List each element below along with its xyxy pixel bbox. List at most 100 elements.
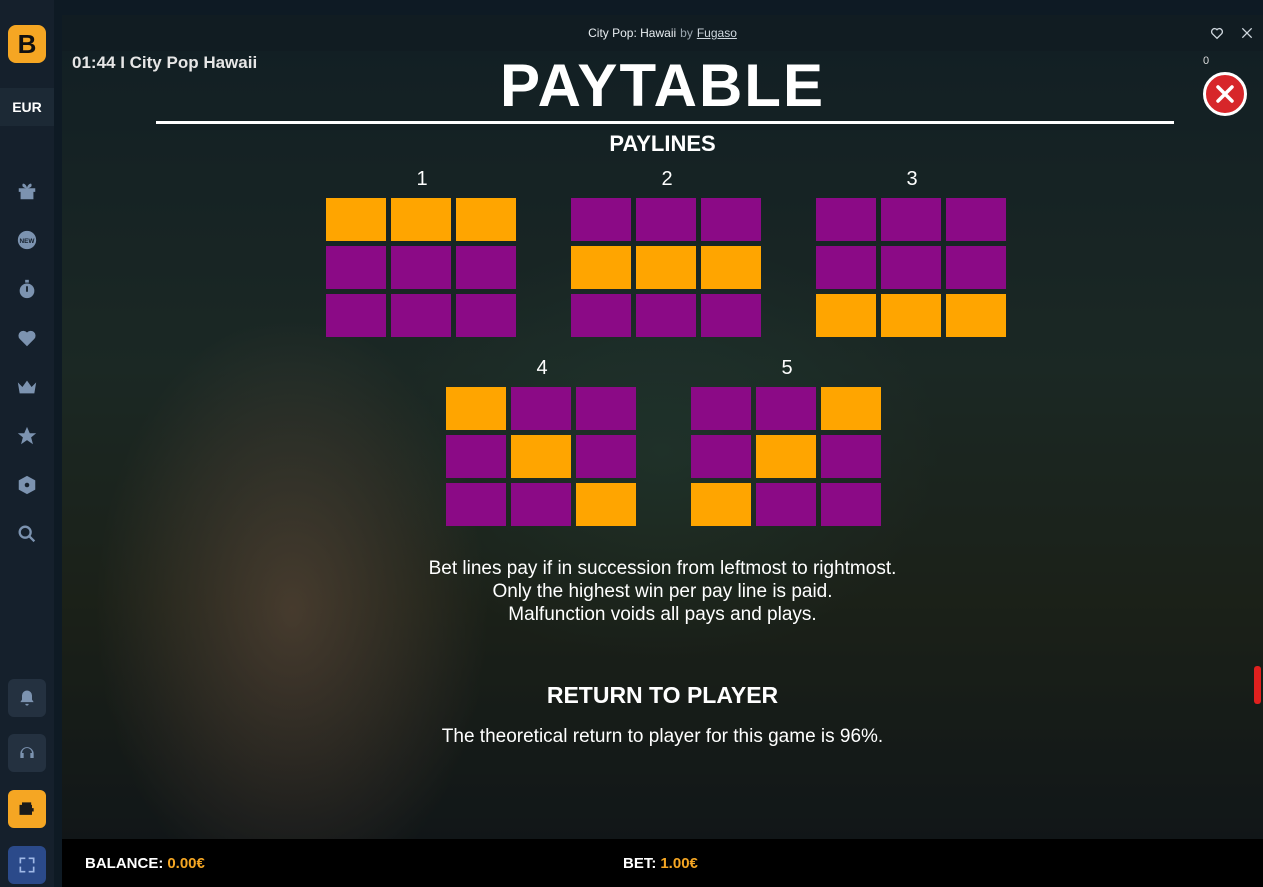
rule-line: Only the highest win per pay line is pai…	[492, 581, 833, 602]
payline-cell-inactive	[816, 198, 876, 241]
payline-cell-inactive	[576, 387, 636, 430]
payline-4: 4	[446, 357, 638, 537]
payline-cell-active	[326, 198, 386, 241]
balance-label: BALANCE:	[85, 854, 164, 872]
star-icon[interactable]	[14, 423, 40, 449]
payline-cell-active	[701, 246, 761, 289]
provider-link[interactable]: Fugaso	[697, 26, 737, 40]
payline-cell-active	[816, 294, 876, 337]
payline-cell-inactive	[636, 198, 696, 241]
payline-cell-inactive	[456, 246, 516, 289]
payline-cell-inactive	[636, 294, 696, 337]
payline-number: 3	[906, 168, 918, 190]
balance-value: 0.00€	[167, 854, 205, 872]
rtp-title: RETURN TO PLAYER	[546, 682, 779, 708]
payline-cell-inactive	[691, 435, 751, 478]
payline-cell-inactive	[391, 294, 451, 337]
payline-grid	[571, 198, 763, 337]
payline-number: 2	[661, 168, 673, 190]
payline-cell-active	[821, 387, 881, 430]
bet-label: BET:	[623, 854, 657, 872]
payline-grid	[816, 198, 1008, 337]
game-window: City Pop: Hawaii by Fugaso 01:44 I City …	[62, 15, 1263, 887]
payline-cell-active	[511, 435, 571, 478]
window-titlebar: City Pop: Hawaii by Fugaso	[62, 15, 1263, 51]
dice-icon[interactable]	[14, 472, 40, 498]
rule-line: Malfunction voids all pays and plays.	[508, 604, 817, 625]
paylines-title: PAYLINES	[609, 131, 716, 156]
bet-value: 1.00€	[660, 854, 698, 872]
wallet-icon	[19, 802, 34, 815]
payline-cell-inactive	[946, 246, 1006, 289]
scroll-indicator[interactable]	[1254, 666, 1261, 704]
payline-grid	[326, 198, 518, 337]
payline-2: 2	[571, 168, 763, 348]
payline-cell-inactive	[756, 483, 816, 526]
payline-cell-inactive	[446, 435, 506, 478]
payline-cell-inactive	[701, 294, 761, 337]
new-icon[interactable]: NEW	[14, 227, 40, 253]
title-divider	[156, 121, 1174, 124]
payline-cell-inactive	[946, 198, 1006, 241]
payline-grid	[446, 387, 638, 526]
payline-cell-active	[446, 387, 506, 430]
support-button[interactable]	[8, 734, 46, 772]
bell-icon	[20, 690, 34, 706]
rtp-text: The theoretical return to player for thi…	[441, 726, 884, 747]
payline-3: 3	[816, 168, 1008, 348]
notifications-button[interactable]	[8, 679, 46, 717]
payline-cell-inactive	[391, 246, 451, 289]
payline-cell-active	[391, 198, 451, 241]
payline-cell-active	[756, 435, 816, 478]
wallet-button[interactable]	[8, 790, 46, 828]
svg-text:NEW: NEW	[20, 238, 36, 245]
timer-icon[interactable]	[14, 276, 40, 302]
payline-cell-inactive	[446, 483, 506, 526]
payline-cell-inactive	[821, 483, 881, 526]
payline-cell-inactive	[511, 387, 571, 430]
payline-cell-inactive	[571, 294, 631, 337]
payline-cell-inactive	[881, 246, 941, 289]
paytable-title: PAYTABLE	[500, 52, 825, 119]
payline-cell-active	[946, 294, 1006, 337]
payline-cell-inactive	[326, 246, 386, 289]
gift-icon[interactable]	[14, 178, 40, 204]
payline-number: 1	[416, 168, 428, 190]
by-label: by	[680, 26, 693, 40]
payline-grid	[691, 387, 883, 526]
rule-line: Bet lines pay if in succession from left…	[428, 558, 897, 579]
payline-cell-inactive	[691, 387, 751, 430]
payline-cell-inactive	[326, 294, 386, 337]
game-title: City Pop: Hawaii	[588, 26, 677, 40]
currency-selector[interactable]: EUR	[0, 88, 54, 126]
left-sidebar: B EUR NEW	[0, 0, 54, 887]
game-footer: BALANCE: 0.00€ BET: 1.00€	[62, 839, 1263, 887]
fullscreen-button[interactable]	[8, 846, 46, 884]
payline-cell-active	[576, 483, 636, 526]
heart-icon[interactable]	[14, 325, 40, 351]
close-window-icon[interactable]	[1239, 25, 1255, 41]
favorite-heart-icon[interactable]	[1209, 25, 1225, 41]
payline-5: 5	[691, 357, 883, 537]
payline-cell-active	[636, 246, 696, 289]
brand-logo[interactable]: B	[8, 25, 46, 63]
payline-cell-inactive	[821, 435, 881, 478]
payline-cell-inactive	[701, 198, 761, 241]
expand-icon	[19, 857, 35, 873]
crown-icon[interactable]	[14, 374, 40, 400]
payline-cell-inactive	[571, 198, 631, 241]
payline-cell-active	[456, 198, 516, 241]
payline-cell-inactive	[456, 294, 516, 337]
payline-cell-inactive	[816, 246, 876, 289]
payline-cell-active	[881, 294, 941, 337]
rules-notes: Bet lines pay if in succession from left…	[62, 557, 1263, 626]
payline-cell-inactive	[576, 435, 636, 478]
payline-cell-inactive	[756, 387, 816, 430]
payline-number: 4	[536, 357, 548, 379]
payline-cell-active	[571, 246, 631, 289]
payline-cell-inactive	[511, 483, 571, 526]
headset-icon	[20, 747, 34, 758]
search-icon[interactable]	[14, 521, 40, 547]
balance-display: BALANCE: 0.00€	[85, 855, 205, 872]
payline-1: 1	[326, 168, 518, 348]
